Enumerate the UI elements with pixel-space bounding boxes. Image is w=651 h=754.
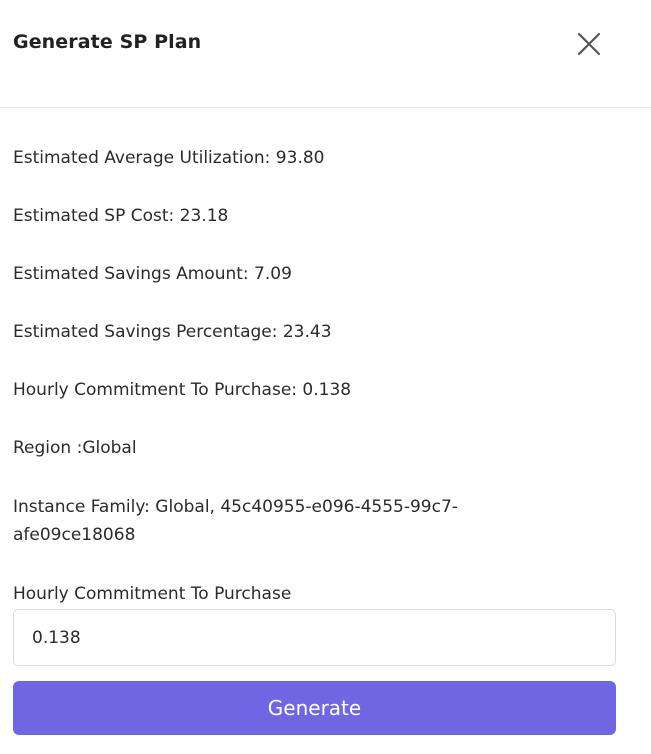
close-button[interactable]	[572, 27, 606, 61]
stat-hourly-commitment: Hourly Commitment To Purchase: 0.138	[13, 380, 352, 400]
dialog-title: Generate SP Plan	[13, 31, 202, 53]
generate-button[interactable]: Generate	[13, 681, 616, 735]
stat-savings-amount: Estimated Savings Amount: 7.09	[13, 264, 292, 284]
stat-savings-percentage: Estimated Savings Percentage: 23.43	[13, 322, 332, 342]
close-icon	[577, 32, 601, 56]
dialog-header: Generate SP Plan	[0, 0, 651, 108]
generate-sp-plan-dialog: Generate SP Plan Estimated Average Utili…	[0, 0, 651, 754]
stat-region: Region :Global	[13, 438, 137, 458]
hourly-commitment-label: Hourly Commitment To Purchase	[13, 584, 292, 604]
hourly-commitment-input[interactable]	[13, 609, 616, 666]
stat-sp-cost: Estimated SP Cost: 23.18	[13, 206, 229, 226]
stat-instance-family: Instance Family: Global, 45c40955-e096-4…	[13, 497, 458, 545]
stat-average-utilization: Estimated Average Utilization: 93.80	[13, 148, 325, 168]
